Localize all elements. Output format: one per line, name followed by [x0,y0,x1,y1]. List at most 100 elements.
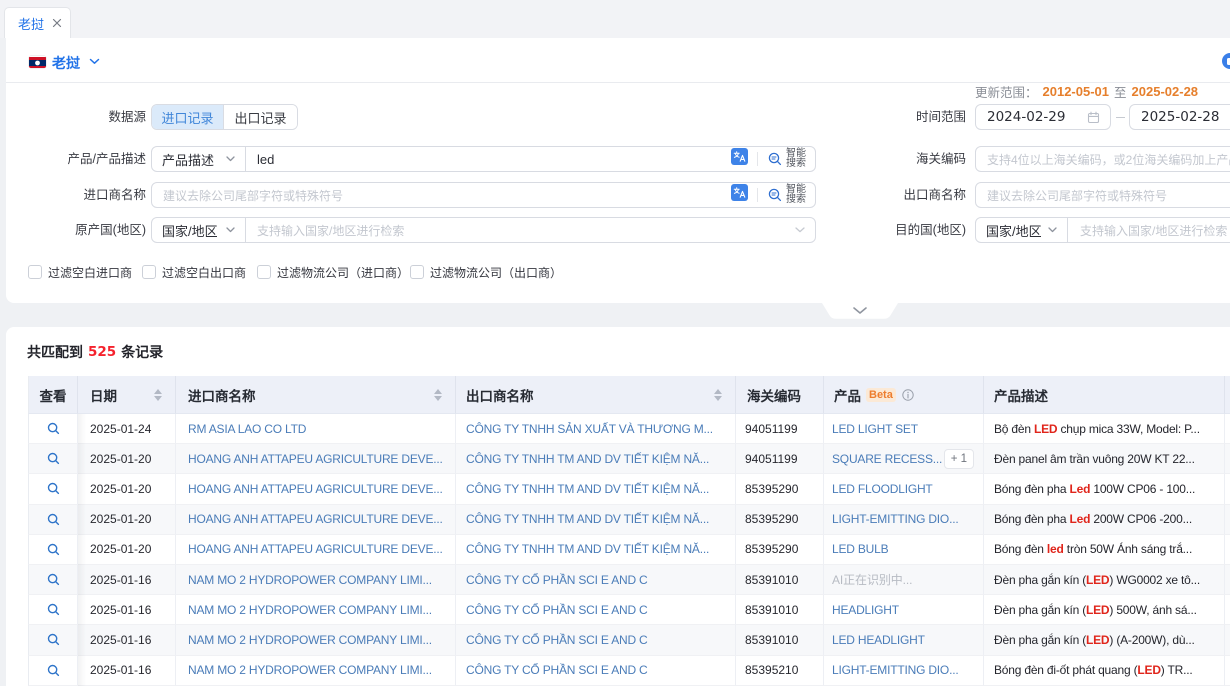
record-date: 2025-01-24 [90,422,151,436]
column-header-date[interactable]: 日期 [78,376,176,414]
view-record-icon[interactable] [47,543,60,556]
table-row: 2025-01-20HOANG ANH ATTAPEU AGRICULTURE … [28,444,1230,474]
checkbox-icon[interactable] [257,265,271,279]
product-description: Đèn pha gắn kín (LED) WG0002 xe tô... [994,573,1200,587]
importer-link[interactable]: HOANG ANH ATTAPEU AGRICULTURE DEVE... [188,512,443,526]
filter-checkbox-2[interactable]: 过滤物流公司（进口商） [257,265,409,279]
import-records-tab[interactable]: 进口记录 [152,105,223,129]
exporter-link[interactable]: CÔNG TY CỔ PHẦN SCI E AND C [466,633,648,647]
checkbox-icon[interactable] [410,265,424,279]
importer-link[interactable]: HOANG ANH ATTAPEU AGRICULTURE DEVE... [188,542,443,556]
filter-checkbox-0[interactable]: 过滤空白进口商 [28,265,132,279]
importer-link[interactable]: NAM MO 2 HYDROPOWER COMPANY LIMI... [188,603,432,617]
exporter-input[interactable] [976,183,1230,207]
importer-link[interactable]: RM ASIA LAO CO LTD [188,422,306,436]
importer-input[interactable] [152,183,731,207]
checkbox-icon[interactable] [142,265,156,279]
sort-icon[interactable] [154,389,162,401]
product-type-select[interactable]: 产品描述 [152,147,245,171]
exporter-link[interactable]: CÔNG TY TNHH TM AND DV TIẾT KIỆM NĂ... [466,482,709,496]
filter-checkbox-3[interactable]: 过滤物流公司（出口商） [410,265,562,279]
exporter-link[interactable]: CÔNG TY CỔ PHẦN SCI E AND C [466,603,648,617]
product-link[interactable]: LIGHT-EMITTING DIO... [832,512,958,526]
column-header-product: 产品Beta [824,376,984,414]
tab-bar: 老挝 [0,0,1230,38]
export-records-tab[interactable]: 出口记录 [223,105,297,129]
chevron-down-icon[interactable] [89,58,100,65]
product-link[interactable]: LED HEADLIGHT [832,633,925,647]
date-start-input[interactable] [976,105,1087,129]
update-range-from: 2012-05-01 [1043,84,1110,99]
product-link[interactable]: LED LIGHT SET [832,422,918,436]
close-icon[interactable] [52,18,62,28]
exporter-link[interactable]: CÔNG TY TNHH SẢN XUẤT VÀ THƯƠNG M... [466,422,713,436]
filter-checkbox-1[interactable]: 过滤空白出口商 [142,265,246,279]
importer-link[interactable]: HOANG ANH ATTAPEU AGRICULTURE DEVE... [188,452,443,466]
record-date: 2025-01-16 [90,633,151,647]
product-recognizing: AI正在识别中... [832,571,912,588]
country-name[interactable]: 老挝 [52,53,80,73]
calendar-icon[interactable] [1087,111,1100,124]
info-icon[interactable] [902,389,914,401]
more-products-badge[interactable]: + 1 [944,449,974,469]
update-range-word: 至 [1114,82,1127,101]
importer-link[interactable]: NAM MO 2 HYDROPOWER COMPANY LIMI... [188,573,432,587]
product-link[interactable]: LED BULB [832,542,888,556]
record-date: 2025-01-20 [90,482,151,496]
importer-link[interactable]: HOANG ANH ATTAPEU AGRICULTURE DEVE... [188,482,443,496]
product-description: Bóng đèn pha Led 200W CP06 -200... [994,512,1192,526]
dest-country-input[interactable] [1068,218,1230,242]
column-label: 产品 [834,385,861,405]
results-count: 525 [88,344,116,360]
origin-country-input[interactable] [246,218,795,242]
exporter-label: 出口商名称 [820,182,966,208]
translate-icon[interactable] [731,184,748,206]
exporter-link[interactable]: CÔNG TY TNHH TM AND DV TIẾT KIỆM NĂ... [466,542,709,556]
origin-country-select[interactable]: 国家/地区 [152,218,245,242]
view-record-icon[interactable] [47,513,60,526]
checkbox-icon[interactable] [28,265,42,279]
product-description: Bóng đèn đi-ốt phát quang (LED) TR... [994,663,1193,677]
view-record-icon[interactable] [47,664,60,677]
sort-icon[interactable] [714,389,722,401]
view-record-icon[interactable] [47,603,60,616]
product-link[interactable]: HEADLIGHT [832,603,899,617]
product-input[interactable] [246,147,731,171]
sort-icon[interactable] [434,389,442,401]
exporter-link[interactable]: CÔNG TY TNHH TM AND DV TIẾT KIỆM NĂ... [466,512,709,526]
table-row: 2025-01-16NAM MO 2 HYDROPOWER COMPANY LI… [28,595,1230,625]
dest-country-select[interactable]: 国家/地区 [976,218,1067,242]
exporter-link[interactable]: CÔNG TY CỔ PHẦN SCI E AND C [466,573,648,587]
view-record-icon[interactable] [47,452,60,465]
record-date: 2025-01-20 [90,512,151,526]
column-label: 进口商名称 [188,385,256,405]
collapse-panel-button[interactable] [819,303,901,321]
exporter-link[interactable]: CÔNG TY TNHH TM AND DV TIẾT KIỆM NĂ... [466,452,709,466]
origin-country-label: 原产国(地区) [0,217,146,243]
smart-search-button[interactable]: 智能搜索 [767,185,806,206]
view-record-icon[interactable] [47,482,60,495]
view-record-icon[interactable] [47,633,60,646]
product-description: Đèn panel âm trần vuông 20W KT 22... [994,452,1195,466]
translate-icon[interactable] [731,148,748,170]
product-link[interactable]: SQUARE RECESS... [832,452,942,466]
product-link[interactable]: LIGHT-EMITTING DIO... [832,663,958,677]
table-cell-extra [1225,625,1230,655]
column-header-importer[interactable]: 进口商名称 [176,376,456,414]
tab-laos[interactable]: 老挝 [4,7,71,38]
view-record-icon[interactable] [47,573,60,586]
record-date: 2025-01-16 [90,663,151,677]
table-cell-extra [1225,505,1230,535]
date-end-input[interactable] [1130,105,1230,129]
importer-link[interactable]: NAM MO 2 HYDROPOWER COMPANY LIMI... [188,663,432,677]
importer-link[interactable]: NAM MO 2 HYDROPOWER COMPANY LIMI... [188,633,432,647]
product-link[interactable]: LED FLOODLIGHT [832,482,933,496]
exporter-link[interactable]: CÔNG TY CỔ PHẦN SCI E AND C [466,663,648,677]
tab-label: 老挝 [18,14,44,33]
view-record-icon[interactable] [47,422,60,435]
importer-label: 进口商名称 [0,182,146,208]
hs-code-input[interactable] [976,147,1230,171]
column-header-exporter[interactable]: 出口商名称 [456,376,736,414]
origin-country-select-value: 国家/地区 [152,221,218,240]
smart-search-button[interactable]: 智能搜索 [767,149,806,170]
